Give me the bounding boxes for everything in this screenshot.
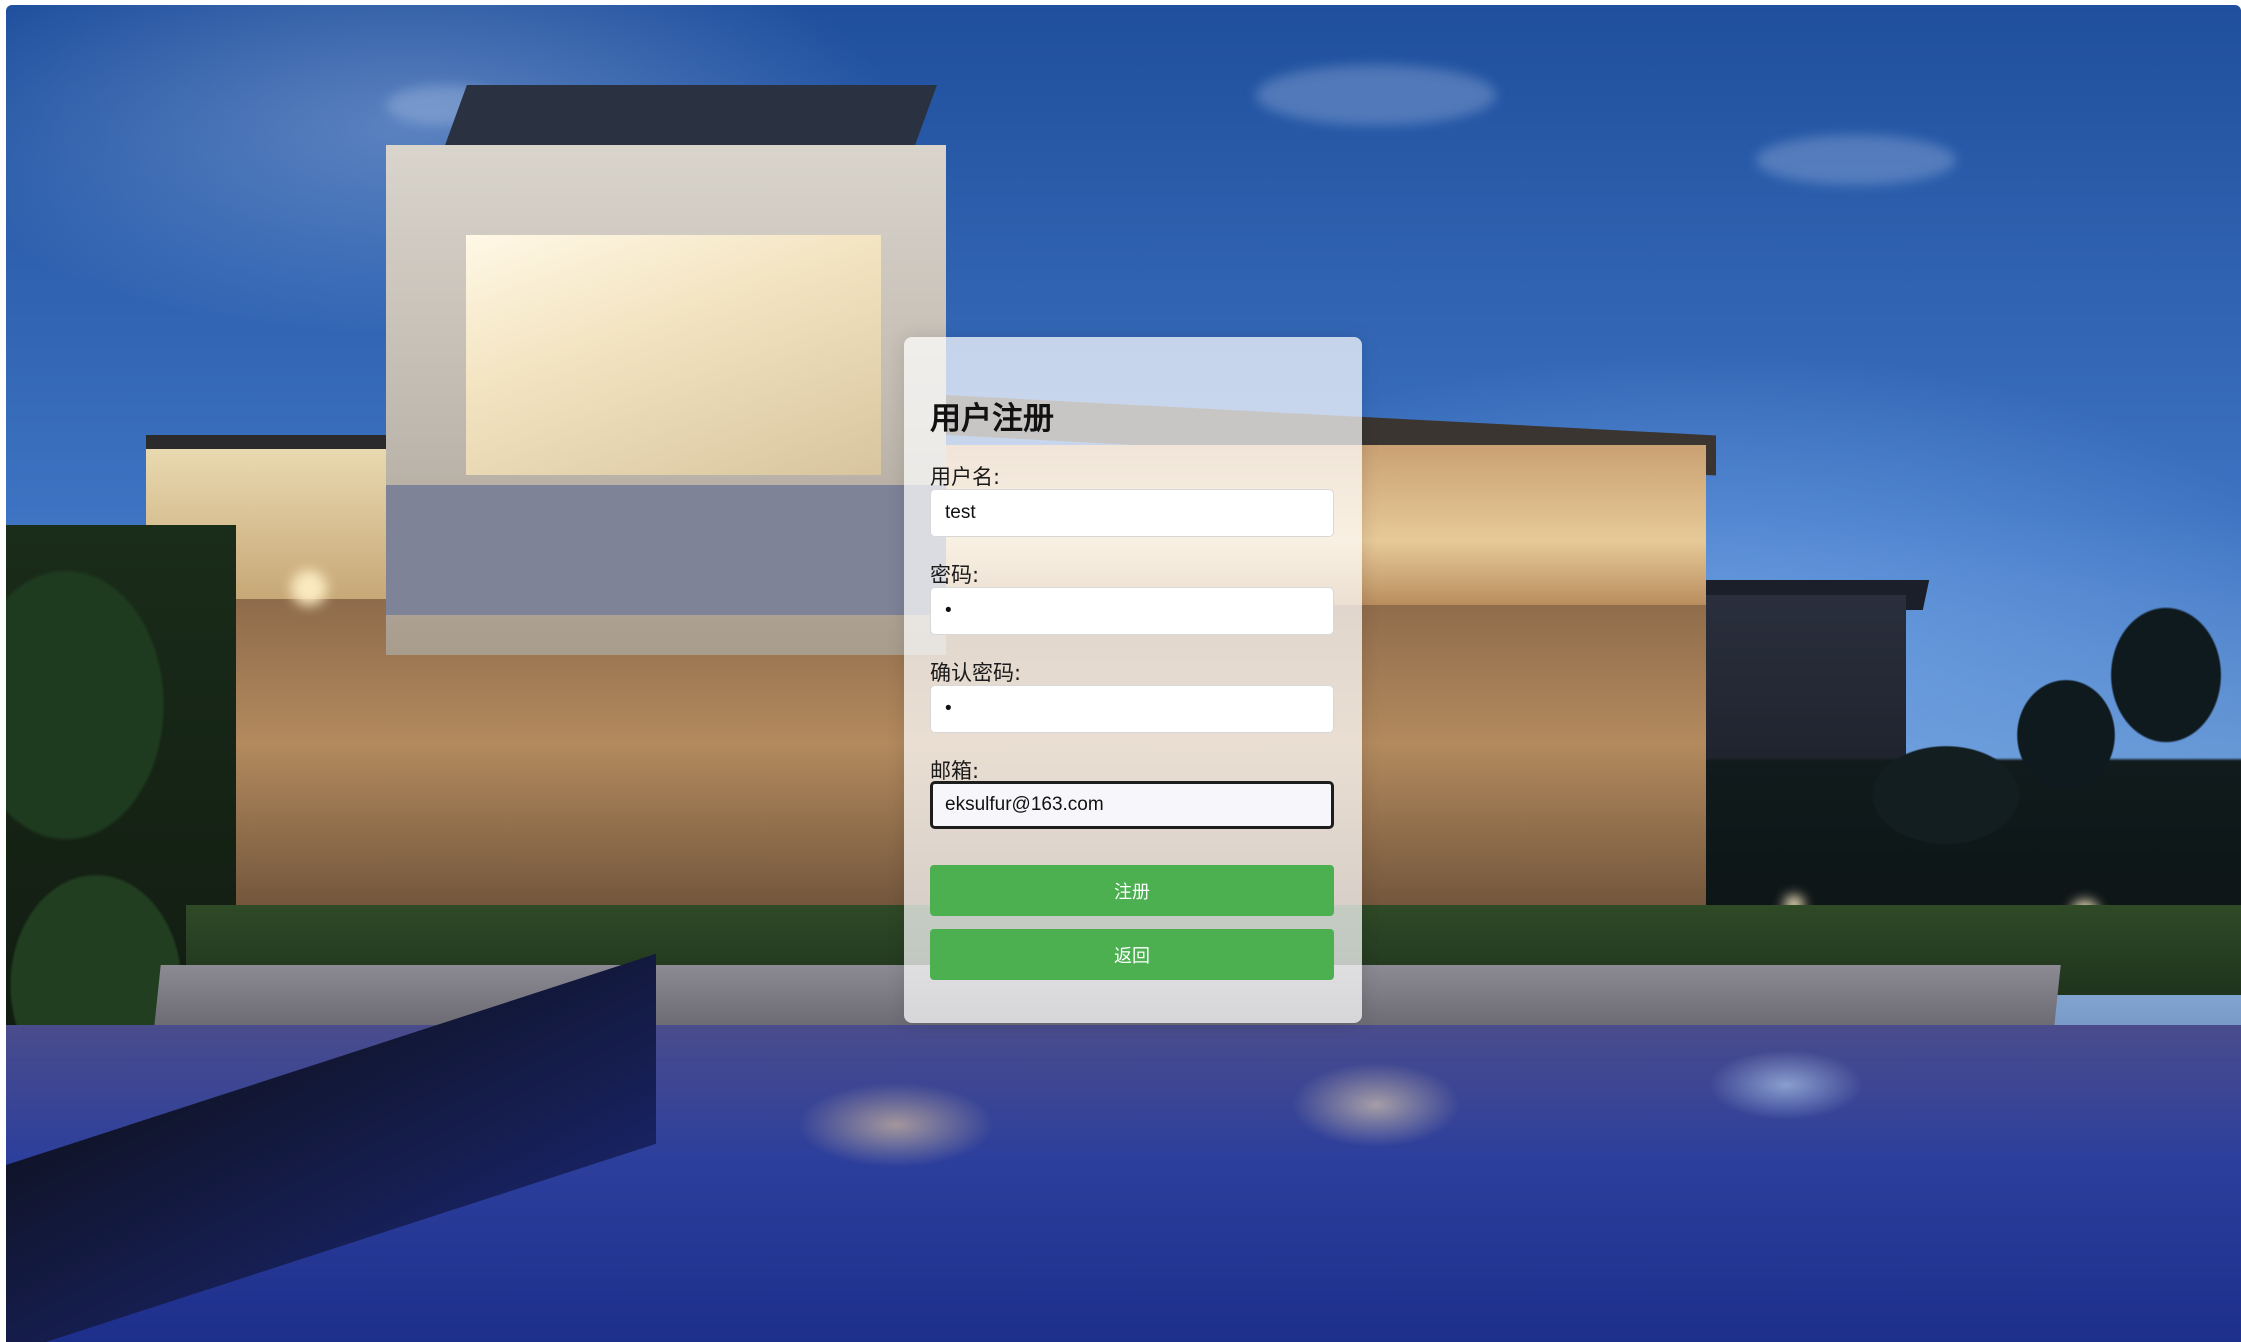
username-input[interactable]: [930, 489, 1334, 537]
confirm-password-label: 确认密码:: [930, 661, 1022, 685]
register-panel: 用户注册 用户名: 密码: 确认密码: 邮箱: 注册 返回: [904, 337, 1362, 1023]
page-frame: 用户注册 用户名: 密码: 确认密码: 邮箱: 注册 返回: [6, 5, 2241, 1342]
cloud: [1756, 135, 1956, 185]
password-input[interactable]: [930, 587, 1334, 635]
house-roof: [445, 85, 937, 145]
treeline: [1646, 565, 2241, 915]
email-input[interactable]: [930, 781, 1334, 829]
house-upper-window: [466, 235, 881, 475]
password-label: 密码:: [930, 563, 980, 587]
cloud: [1256, 65, 1496, 125]
house-band: [386, 485, 946, 615]
username-label: 用户名:: [930, 465, 1001, 489]
light-glow: [291, 570, 327, 606]
register-button[interactable]: 注册: [930, 865, 1334, 916]
back-button[interactable]: 返回: [930, 929, 1334, 980]
confirm-password-input[interactable]: [930, 685, 1334, 733]
page-title: 用户注册: [930, 401, 1054, 437]
